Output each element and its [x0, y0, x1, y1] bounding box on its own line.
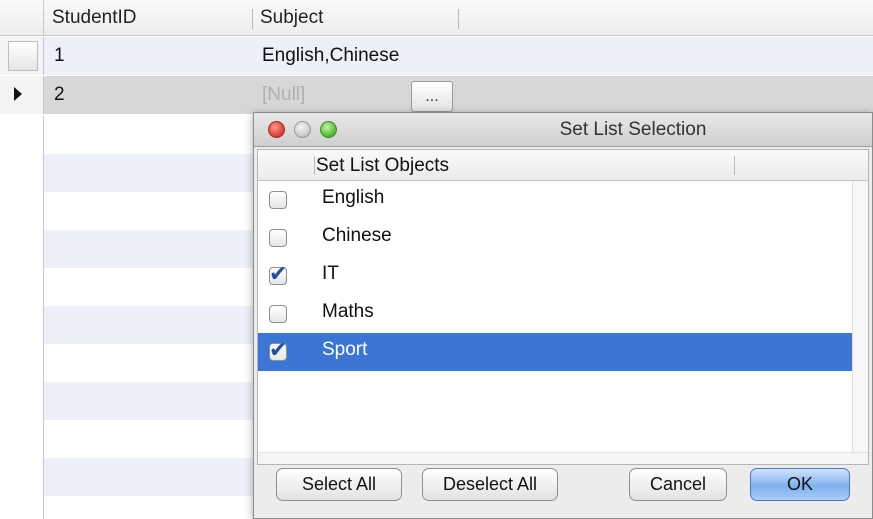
list-item-chinese[interactable]: Chinese	[258, 219, 854, 257]
list-header-separator	[734, 156, 735, 175]
checkbox-it[interactable]: ✔	[269, 263, 287, 285]
checkbox-chinese[interactable]	[269, 229, 287, 247]
checkbox-sport[interactable]: ✔	[269, 339, 287, 361]
ok-button[interactable]: OK	[750, 468, 850, 501]
table-row-active[interactable]: 2 [Null]	[44, 76, 873, 114]
checkbox-english[interactable]	[269, 191, 287, 209]
dialog-title: Set List Selection	[559, 119, 707, 140]
checkbox-maths[interactable]	[269, 305, 287, 323]
list-item-label: IT	[322, 263, 339, 284]
list-item-sport[interactable]: ✔ Sport	[258, 333, 854, 371]
row-header-current[interactable]	[0, 76, 44, 114]
column-header-studentid[interactable]: StudentID	[44, 0, 252, 36]
row-selector-button[interactable]	[8, 41, 38, 71]
column-header-subject[interactable]: Subject	[252, 0, 458, 36]
list-item-it[interactable]: ✔ IT	[258, 257, 854, 295]
set-list-selection-dialog: Set List Selection Set List Objects Engl…	[253, 112, 873, 519]
cell-studentid[interactable]: 2	[44, 76, 252, 114]
list-item-maths[interactable]: Maths	[258, 295, 854, 333]
grid-corner	[0, 0, 44, 36]
list-header-label[interactable]: Set List Objects	[316, 150, 449, 181]
list-header: Set List Objects	[258, 150, 868, 181]
cancel-button[interactable]: Cancel	[629, 468, 727, 501]
checkmark-icon: ✔	[269, 337, 288, 362]
checkmark-icon: ✔	[269, 261, 288, 286]
list-item-label: Chinese	[322, 225, 392, 246]
grid-header: StudentID Subject	[0, 0, 873, 36]
column-separator	[458, 9, 459, 29]
list-horizontal-scrollbar[interactable]	[258, 452, 868, 464]
select-all-button[interactable]: Select All	[276, 468, 402, 501]
list-item-label: English	[322, 187, 385, 208]
row-header-gutter	[0, 116, 44, 519]
empty-row-stripe	[44, 154, 253, 192]
list-item-english[interactable]: English	[258, 181, 854, 219]
table-row[interactable]: 1 English,Chinese	[44, 37, 873, 75]
list-item-label: Sport	[322, 339, 368, 360]
row-header[interactable]	[0, 37, 44, 75]
cell-subject-null[interactable]: [Null]	[252, 76, 402, 114]
empty-row-stripe	[44, 382, 253, 420]
cell-studentid[interactable]: 1	[44, 37, 252, 75]
edit-set-button[interactable]: ...	[411, 81, 453, 112]
empty-row-stripe	[44, 306, 253, 344]
list-header-separator	[314, 156, 315, 175]
current-row-arrow-icon	[14, 87, 22, 101]
list-vertical-scrollbar[interactable]	[852, 181, 868, 464]
list-item-label: Maths	[322, 301, 374, 322]
empty-row-stripe	[44, 230, 253, 268]
deselect-all-button[interactable]: Deselect All	[422, 468, 558, 501]
dialog-titlebar[interactable]: Set List Selection	[254, 113, 872, 147]
cell-subject[interactable]: English,Chinese	[252, 37, 652, 75]
set-list-objects-list: Set List Objects English Chinese ✔ IT Ma…	[257, 149, 869, 465]
empty-row-stripe	[44, 458, 253, 496]
